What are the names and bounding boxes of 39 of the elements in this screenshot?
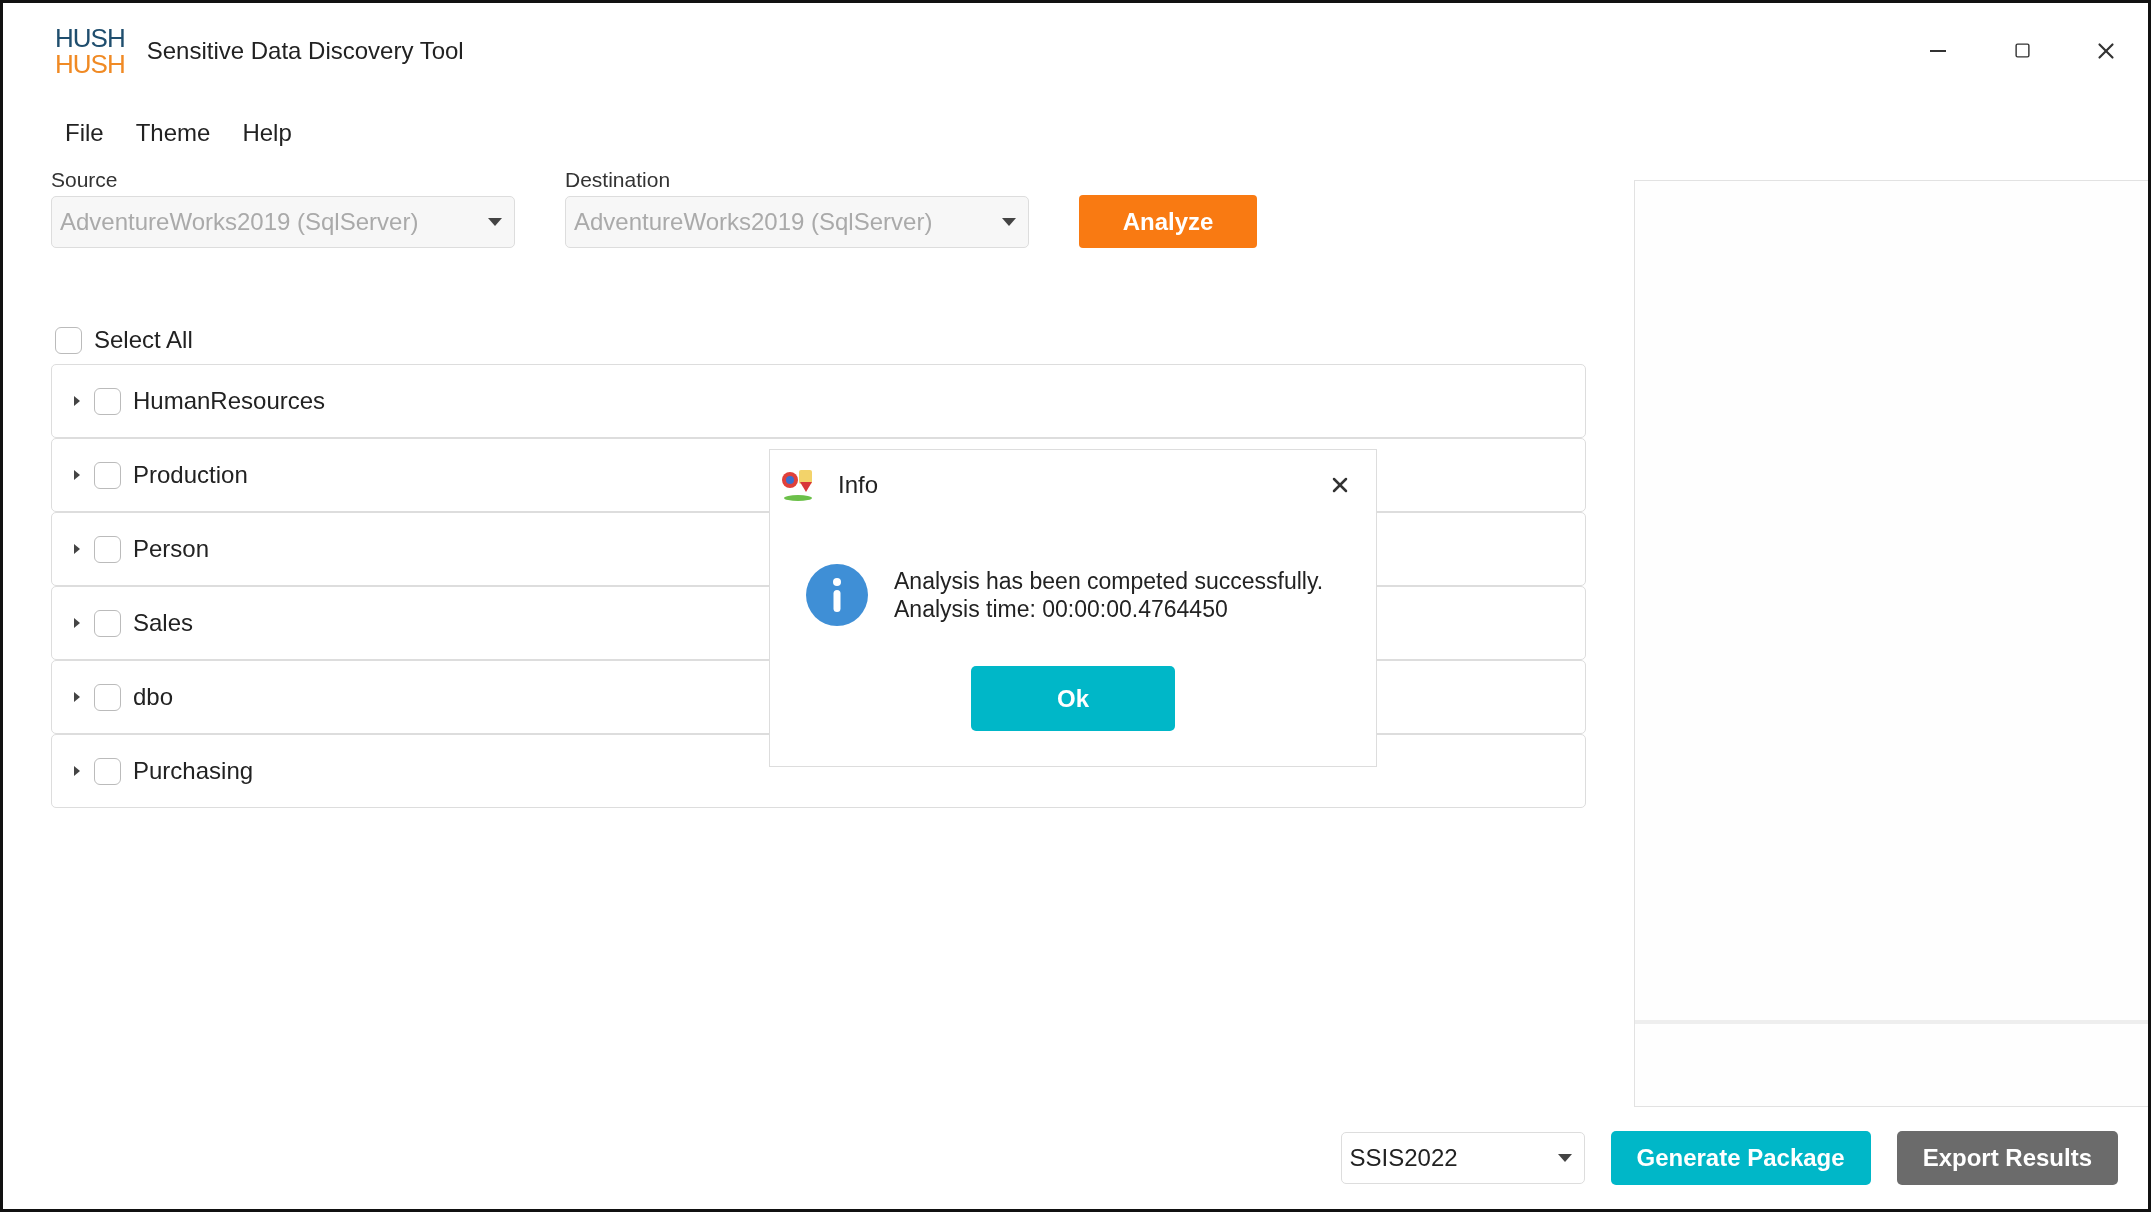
tree-label: Production [133, 461, 248, 489]
field-label: Destination [565, 168, 672, 192]
tree-label: Sales [133, 609, 194, 637]
expand-icon[interactable] [72, 765, 82, 777]
checkbox[interactable] [94, 757, 121, 785]
window-title: Sensitive Data Discovery Tool [146, 36, 464, 65]
menu-item[interactable]: File [53, 115, 116, 151]
tree-label: dbo [133, 683, 174, 711]
export-button[interactable]: Export Results [1896, 1131, 2118, 1185]
tree-label: Purchasing [133, 757, 254, 785]
expand-icon[interactable] [72, 617, 82, 629]
maximize-icon [2013, 42, 2031, 59]
field-label: Source [51, 168, 119, 192]
menu-item[interactable]: Help [230, 115, 304, 151]
logo: HUSH HUSH [55, 24, 125, 77]
minimize-icon [1930, 49, 1946, 52]
checkbox-label: Select All [94, 326, 193, 354]
expand-icon[interactable] [72, 543, 82, 555]
checkbox[interactable] [94, 535, 121, 563]
tree-row[interactable]: HumanResources [51, 364, 1586, 438]
caret-icon [488, 218, 502, 226]
checkbox[interactable] [94, 387, 121, 415]
version-dropdown[interactable]: SSIS2022 [1340, 1132, 1585, 1184]
tree-label: Person [133, 535, 210, 563]
info-icon [806, 564, 868, 626]
expand-icon[interactable] [72, 691, 82, 703]
expand-icon[interactable] [72, 395, 82, 407]
expand-icon[interactable] [72, 469, 82, 481]
menu-item[interactable]: Theme [123, 115, 223, 151]
checkbox[interactable] [94, 461, 121, 489]
dialog-detail: Analysis time: 00:00:00.4764450 [894, 595, 1229, 623]
checkbox[interactable] [94, 683, 121, 711]
dialog-message: Analysis has been competed successfully. [894, 567, 1324, 595]
checkbox[interactable] [55, 326, 82, 354]
tree-label: HumanResources [133, 387, 326, 415]
caret-icon [1557, 1154, 1572, 1162]
checkbox[interactable] [94, 609, 121, 637]
caret-icon [1002, 218, 1016, 226]
dialog-title: Info [838, 471, 879, 499]
